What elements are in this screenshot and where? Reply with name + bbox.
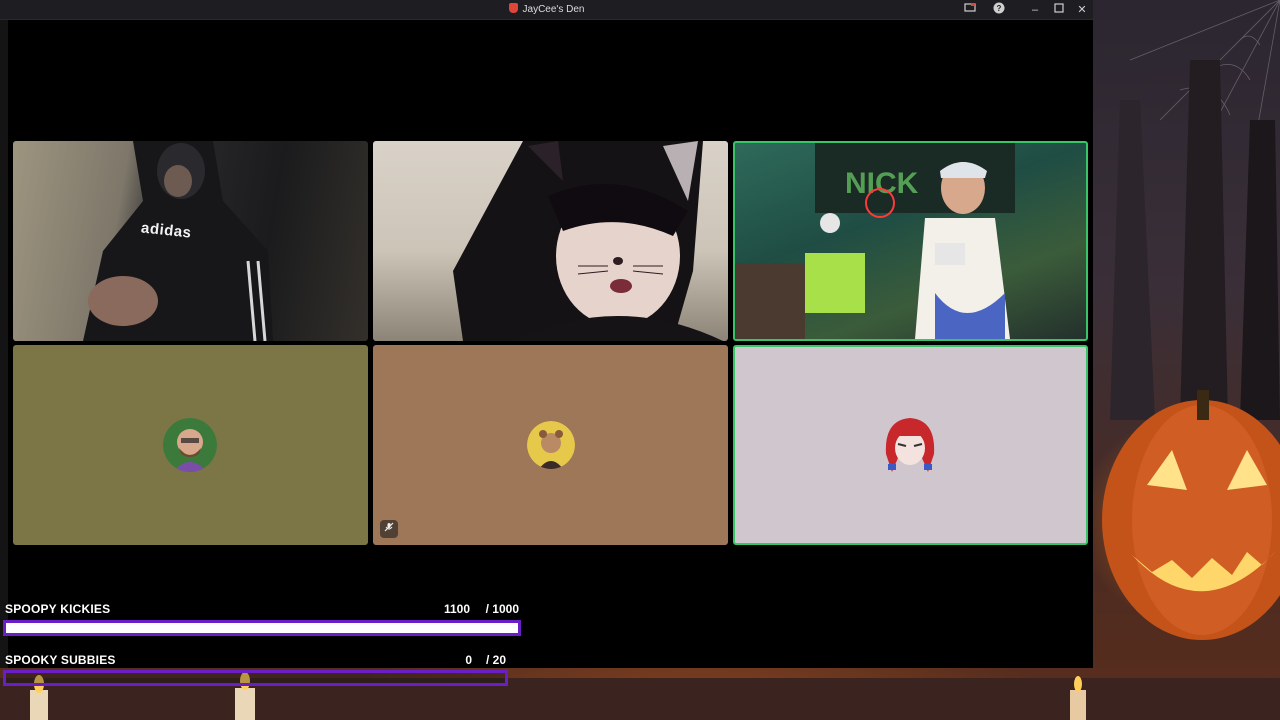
participant-avatar-tile[interactable] — [373, 345, 728, 545]
window-title-container: JayCee's Den — [0, 3, 1093, 15]
participant-video-tile-speaking[interactable]: NICK — [733, 141, 1088, 341]
window-title: JayCee's Den — [522, 4, 585, 15]
participant-video-feed — [453, 141, 723, 341]
participant-video-tile[interactable] — [373, 141, 728, 341]
goal-count-subbies: 0 — [465, 653, 472, 667]
participant-video-tile[interactable]: adidas — [13, 141, 368, 341]
app-icon — [508, 3, 518, 13]
goal-progress-fill — [6, 623, 518, 633]
svg-text:NICK: NICK — [845, 167, 919, 200]
goal-progress-bar-kickies — [3, 620, 521, 636]
goal-label-subbies: SPOOKY SUBBIES — [5, 653, 116, 667]
jack-o-lantern-decoration — [1102, 390, 1280, 640]
goal-progress-bar-subbies — [3, 670, 508, 686]
call-window: JayCee's Den ? – ✕ adidas NICK — [0, 0, 1093, 668]
screen-share-icon[interactable] — [962, 2, 978, 18]
close-icon[interactable]: ✕ — [1074, 2, 1090, 18]
goal-count-kickies: 1100 — [443, 602, 470, 616]
tree-silhouettes — [1110, 60, 1280, 420]
participant-avatar-tile-speaking[interactable] — [733, 345, 1088, 545]
participant-video-feed: NICK — [735, 143, 1015, 339]
goal-label-kickies: SPOOPY KICKIES — [5, 602, 111, 616]
window-edge — [0, 20, 8, 668]
participant-avatar — [163, 418, 217, 472]
goal-target-kickies: / 1000 — [485, 602, 519, 616]
title-bar: JayCee's Den ? – ✕ — [0, 0, 1093, 20]
svg-text:?: ? — [997, 4, 1002, 13]
goal-target-subbies: / 20 — [485, 653, 506, 667]
muted-mic-icon — [380, 520, 398, 538]
participant-avatar-tile[interactable] — [13, 345, 368, 545]
minimize-icon[interactable]: – — [1027, 2, 1043, 18]
participant-avatar — [878, 414, 942, 478]
maximize-icon[interactable] — [1051, 2, 1067, 18]
help-icon[interactable]: ? — [991, 2, 1007, 18]
participant-avatar — [527, 421, 575, 469]
